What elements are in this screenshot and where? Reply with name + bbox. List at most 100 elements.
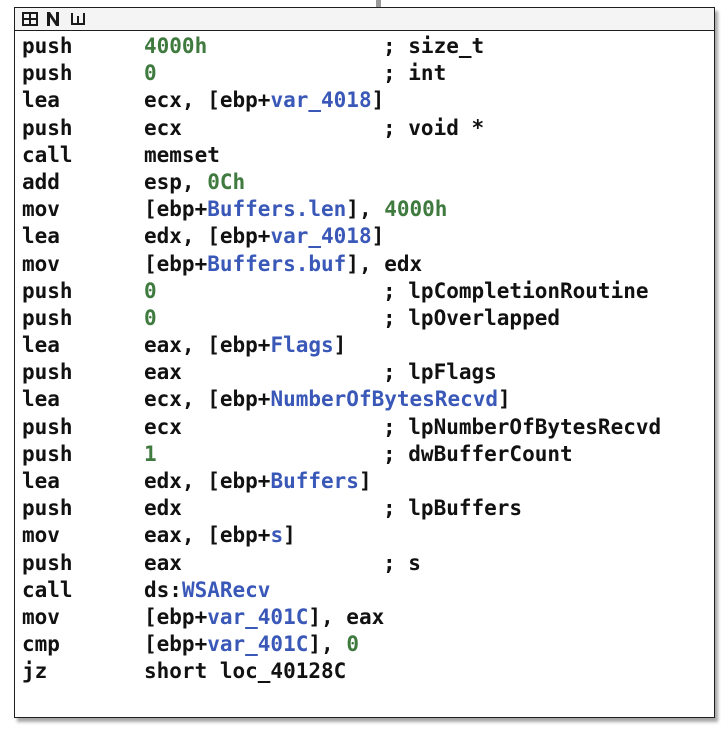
node-titlebar — [15, 8, 714, 31]
operand-immediate: 4000h — [144, 34, 208, 58]
operand-text: ], — [308, 632, 347, 657]
instruction-operands: esp, 0Ch — [144, 169, 245, 196]
instruction-operands: edx, [ebp+Buffers] — [144, 468, 372, 495]
instruction-line[interactable]: push 1 ; dwBufferCount — [15, 441, 714, 468]
operand-symbol[interactable]: var_4018 — [270, 88, 371, 112]
instruction-line[interactable]: push 0 ; lpCompletionRoutine — [15, 278, 714, 305]
instruction-line[interactable]: mov eax, [ebp+s] — [15, 522, 714, 549]
instruction-mnemonic: push — [22, 115, 73, 140]
instruction-mnemonic: push — [22, 34, 73, 58]
instruction-operands: ds:WSARecv — [144, 577, 270, 604]
instruction-line[interactable]: push 0 ; lpOverlapped — [15, 305, 714, 332]
operand-text: eax — [144, 550, 182, 575]
grid-view-icon[interactable] — [21, 11, 39, 27]
instruction-mnemonic: lea — [22, 224, 60, 249]
operand-text: ecx — [144, 115, 182, 140]
operand-text: ], eax — [308, 604, 385, 629]
instruction-operands: edx — [144, 495, 182, 522]
operand-immediate: 1 — [144, 441, 157, 466]
instruction-list: push 4000h; size_t push 0; int lea ecx, [ebp+… — [15, 33, 714, 686]
instruction-operands: ecx — [144, 414, 182, 441]
instruction-mnemonic: push — [22, 360, 73, 385]
operand-text: eax, [ebp+ — [144, 333, 271, 358]
instruction-line[interactable]: lea edx, [ebp+Buffers] — [15, 468, 714, 495]
operand-text: edx — [144, 496, 182, 521]
operand-text: [ebp+ — [144, 604, 208, 629]
graph-mode-icon[interactable] — [69, 11, 87, 27]
operand-text: ], — [346, 197, 385, 222]
instruction-mnemonic: mov — [22, 251, 60, 276]
instruction-line[interactable]: lea eax, [ebp+Flags] — [15, 332, 714, 359]
instruction-mnemonic: call — [22, 577, 73, 602]
instruction-mnemonic: lea — [22, 333, 60, 358]
instruction-operands: 0 — [144, 305, 157, 332]
instruction-mnemonic: push — [22, 496, 73, 521]
disassembly-graph-node[interactable]: push 4000h; size_t push 0; int lea ecx, [ebp+… — [14, 7, 715, 718]
instruction-operands: ecx, [ebp+var_4018] — [144, 87, 384, 114]
instruction-line[interactable]: add esp, 0Ch — [15, 169, 714, 196]
n-mode-icon[interactable] — [45, 11, 63, 27]
instruction-line[interactable]: cmp [ebp+var_401C], 0 — [15, 631, 714, 658]
operand-symbol[interactable]: var_401C — [207, 605, 308, 629]
instruction-mnemonic: jz — [22, 659, 48, 684]
operand-text: ecx, [ebp+ — [144, 88, 271, 113]
instruction-mnemonic: push — [22, 441, 73, 466]
operand-symbol[interactable]: NumberOfBytesRecvd — [270, 387, 498, 411]
instruction-line[interactable]: push 0 ; int — [15, 60, 714, 87]
instruction-operands: [ebp+Buffers.buf], edx — [144, 251, 422, 278]
instruction-operands: 0 — [144, 278, 157, 305]
instruction-line[interactable]: lea edx, [ebp+var_4018] — [15, 223, 714, 250]
operand-symbol[interactable]: Buffers.buf — [207, 252, 346, 276]
instruction-mnemonic: mov — [22, 604, 60, 629]
instruction-line[interactable]: lea ecx, [ebp+var_4018] — [15, 87, 714, 114]
instruction-comment: ; lpOverlapped — [383, 305, 561, 330]
instruction-operands: ecx — [144, 115, 182, 142]
instruction-mnemonic: add — [22, 169, 60, 194]
operand-text: ds: — [144, 577, 182, 602]
operand-symbol[interactable]: var_4018 — [270, 224, 371, 248]
operand-text: eax, [ebp+ — [144, 523, 271, 548]
instruction-mnemonic: call — [22, 142, 73, 167]
instruction-operands: eax — [144, 359, 182, 386]
instruction-operands: eax, [ebp+s] — [144, 522, 296, 549]
operand-symbol[interactable]: s — [270, 523, 283, 547]
operand-text: ] — [371, 224, 385, 249]
instruction-line[interactable]: lea ecx, [ebp+NumberOfBytesRecvd] — [15, 386, 714, 413]
instruction-comment: ; lpNumberOfBytesRecvd — [383, 414, 662, 439]
operand-immediate: 0 — [144, 305, 157, 330]
instruction-line[interactable]: push eax ; s — [15, 550, 714, 577]
instruction-operands: eax — [144, 550, 182, 577]
instruction-line[interactable]: mov [ebp+Buffers.buf], edx — [15, 251, 714, 278]
instruction-operands: memset — [144, 142, 220, 169]
operand-symbol[interactable]: WSARecv — [182, 578, 271, 602]
instruction-mnemonic: lea — [22, 88, 60, 113]
instruction-operands: 1 — [144, 441, 157, 468]
instruction-line[interactable]: push ecx ; lpNumberOfBytesRecvd — [15, 414, 714, 441]
operand-text: edx, [ebp+ — [144, 469, 271, 493]
instruction-operands: 0 — [144, 60, 157, 87]
instruction-mnemonic: push — [22, 550, 73, 575]
operand-symbol[interactable]: Buffers — [270, 469, 359, 493]
instruction-line[interactable]: call memset — [15, 142, 714, 169]
operand-text: ecx — [144, 414, 182, 439]
instruction-line[interactable]: jz short loc_40128C — [15, 658, 714, 685]
operand-symbol[interactable]: Flags — [270, 333, 333, 357]
operand-text: ], edx — [346, 251, 423, 276]
instruction-operands: edx, [ebp+var_4018] — [144, 223, 384, 250]
instruction-line[interactable]: push ecx ; void * — [15, 115, 714, 142]
instruction-line[interactable]: call ds:WSARecv — [15, 577, 714, 604]
instruction-line[interactable]: mov [ebp+var_401C], eax — [15, 604, 714, 631]
operand-text: eax — [144, 360, 182, 385]
instruction-operands: short loc_40128C — [144, 658, 346, 685]
operand-text: [ebp+ — [144, 632, 208, 657]
instruction-line[interactable]: mov [ebp+Buffers.len], 4000h — [15, 196, 714, 223]
operand-text: short loc_40128C — [144, 659, 347, 684]
instruction-line[interactable]: push 4000h ; size_t — [15, 33, 714, 60]
instruction-comment: ; lpFlags — [383, 360, 497, 385]
instruction-mnemonic: push — [22, 414, 73, 439]
instruction-comment: ; size_t — [383, 34, 485, 58]
instruction-line[interactable]: push eax ; lpFlags — [15, 359, 714, 386]
operand-symbol[interactable]: Buffers.len — [207, 197, 346, 221]
operand-symbol[interactable]: var_401C — [207, 632, 308, 656]
instruction-line[interactable]: push edx ; lpBuffers — [15, 495, 714, 522]
